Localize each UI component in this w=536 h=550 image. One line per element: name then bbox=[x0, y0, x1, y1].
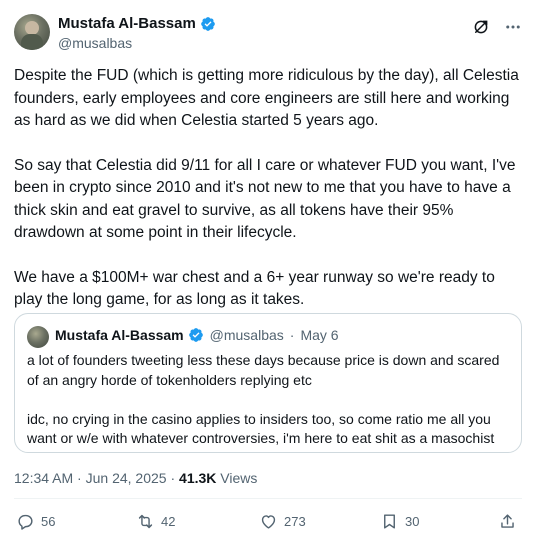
tweet-paragraph: Despite the FUD (which is getting more r… bbox=[14, 67, 519, 129]
tweet-header: Mustafa Al-Bassam @musalbas bbox=[14, 14, 522, 54]
repost-count: 42 bbox=[161, 514, 176, 529]
tweet-paragraph: We have a $100M+ war chest and a 6+ year… bbox=[14, 268, 495, 309]
action-bar: 56 42 273 30 bbox=[14, 512, 522, 536]
repost-button[interactable]: 42 bbox=[136, 512, 175, 531]
like-icon bbox=[261, 515, 276, 529]
bookmark-button[interactable]: 30 bbox=[380, 512, 419, 531]
more-icon[interactable] bbox=[504, 18, 522, 36]
views-count: 41.3K bbox=[179, 470, 217, 486]
divider bbox=[14, 498, 522, 499]
like-button[interactable]: 273 bbox=[259, 512, 306, 531]
meta-separator: · bbox=[166, 470, 180, 486]
quoted-tweet[interactable]: Mustafa Al-Bassam @musalbas · May 6 a lo… bbox=[14, 313, 522, 453]
quote-date: May 6 bbox=[300, 327, 339, 343]
tweet-paragraph: So say that Celestia did 9/11 for all I … bbox=[14, 156, 516, 242]
bookmark-count: 30 bbox=[405, 514, 420, 529]
quote-author-name: Mustafa Al-Bassam bbox=[55, 327, 184, 343]
reply-button[interactable]: 56 bbox=[16, 512, 55, 531]
quote-separator: · bbox=[289, 327, 295, 343]
repost-icon bbox=[138, 514, 153, 529]
tweet-date[interactable]: Jun 24, 2025 bbox=[86, 470, 167, 486]
avatar-body bbox=[21, 34, 43, 50]
quote-body: a lot of founders tweeting less these da… bbox=[27, 351, 511, 468]
quote-paragraph: a lot of founders tweeting less these da… bbox=[27, 352, 500, 388]
tweet-body: Despite the FUD (which is getting more r… bbox=[14, 65, 520, 334]
quote-author-handle: @musalbas bbox=[209, 327, 284, 343]
bookmark-icon bbox=[384, 514, 395, 529]
share-button[interactable] bbox=[498, 512, 517, 531]
grok-icon[interactable] bbox=[472, 18, 490, 36]
avatar[interactable] bbox=[14, 14, 50, 50]
reply-icon bbox=[18, 514, 33, 530]
author-name-row: Mustafa Al-Bassam bbox=[58, 15, 216, 32]
tweet-meta: 12:34 AM · Jun 24, 2025 · 41.3K Views bbox=[14, 470, 257, 486]
quote-paragraph: idc, no crying in the casino applies to … bbox=[27, 410, 495, 447]
like-count: 273 bbox=[284, 514, 306, 529]
verified-badge-icon bbox=[200, 16, 215, 31]
quote-avatar bbox=[27, 326, 49, 348]
author-name[interactable]: Mustafa Al-Bassam bbox=[58, 15, 196, 32]
quote-header: Mustafa Al-Bassam @musalbas · May 6 bbox=[55, 327, 339, 343]
verified-badge-icon bbox=[188, 328, 203, 342]
reply-count: 56 bbox=[41, 514, 56, 529]
tweet-time[interactable]: 12:34 AM bbox=[14, 470, 73, 486]
author-handle[interactable]: @musalbas bbox=[58, 35, 132, 51]
views-label: Views bbox=[216, 470, 258, 486]
meta-separator: · bbox=[73, 470, 86, 486]
share-icon bbox=[501, 514, 514, 528]
avatar-head bbox=[25, 21, 39, 35]
